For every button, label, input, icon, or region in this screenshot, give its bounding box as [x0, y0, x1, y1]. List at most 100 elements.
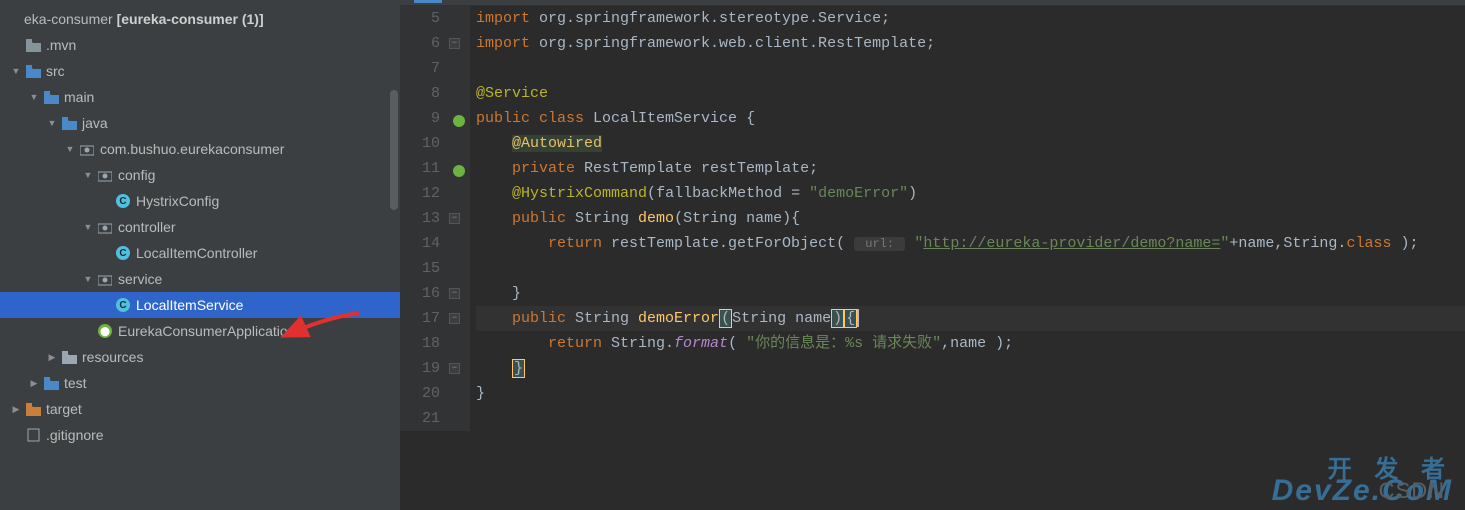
tree-item-com-bushuo-eurekaconsumer[interactable]: ▼ com.bushuo.eurekaconsumer: [0, 136, 400, 162]
tree-item-main[interactable]: ▼ main: [0, 84, 400, 110]
chevron-down-icon[interactable]: ▼: [26, 92, 42, 102]
folder-icon: [26, 403, 41, 416]
class-icon: C: [116, 298, 130, 312]
spring-icon: ⬤: [98, 324, 112, 338]
project-name-prefix: eka-consumer: [24, 11, 113, 27]
package-icon: [98, 221, 112, 234]
tree-item-label: com.bushuo.eurekaconsumer: [100, 141, 284, 157]
tree-item-config[interactable]: ▼ config: [0, 162, 400, 188]
tree-item-localitemcontroller[interactable]: C LocalItemController: [0, 240, 400, 266]
code-line[interactable]: private RestTemplate restTemplate;: [476, 156, 1465, 181]
class-icon: C: [116, 194, 130, 208]
code-content[interactable]: import org.springframework.stereotype.Se…: [470, 6, 1465, 431]
active-tab-indicator: [414, 0, 442, 3]
package-icon: [98, 169, 112, 182]
tree-item--mvn[interactable]: .mvn: [0, 32, 400, 58]
chevron-down-icon[interactable]: ▼: [44, 118, 60, 128]
code-line[interactable]: public class LocalItemService {: [476, 106, 1465, 131]
scrollbar-thumb[interactable]: [390, 90, 398, 210]
project-tree-sidebar: eka-consumer [eureka-consumer (1)] .mvn▼…: [0, 0, 400, 510]
line-number[interactable]: 7: [400, 56, 440, 81]
line-number[interactable]: 11: [400, 156, 440, 181]
line-number-gutter[interactable]: 56789101112131415161718192021: [400, 6, 450, 431]
line-number[interactable]: 21: [400, 406, 440, 431]
chevron-right-icon[interactable]: ▶: [26, 378, 42, 389]
tree-item-eurekaconsumerapplication[interactable]: ⬤EurekaConsumerApplication: [0, 318, 400, 344]
line-number[interactable]: 18: [400, 331, 440, 356]
class-icon: C: [116, 246, 130, 260]
tree-item-src[interactable]: ▼src: [0, 58, 400, 84]
code-line[interactable]: [476, 56, 1465, 81]
code-line[interactable]: import org.springframework.web.client.Re…: [476, 31, 1465, 56]
gutter-icons[interactable]: − − − − −: [450, 6, 470, 431]
project-tree[interactable]: eka-consumer [eureka-consumer (1)] .mvn▼…: [0, 0, 400, 510]
chevron-down-icon[interactable]: ▼: [80, 222, 96, 232]
code-editor[interactable]: 56789101112131415161718192021 − − − − − impo…: [400, 0, 1465, 510]
tree-item-java[interactable]: ▼java: [0, 110, 400, 136]
tree-scrollbar[interactable]: [388, 30, 400, 380]
fold-toggle[interactable]: −: [449, 213, 460, 224]
code-line[interactable]: }: [476, 381, 1465, 406]
tree-item-label: config: [118, 167, 155, 183]
spring-gutter-icon: [452, 114, 466, 128]
chevron-right-icon[interactable]: ▶: [44, 352, 60, 363]
line-number[interactable]: 6: [400, 31, 440, 56]
tree-item-test[interactable]: ▶ test: [0, 370, 400, 396]
chevron-down-icon[interactable]: ▼: [62, 144, 78, 154]
folder-icon: [44, 91, 59, 104]
tree-item-resources[interactable]: ▶ resources: [0, 344, 400, 370]
tree-item-label: main: [64, 89, 94, 105]
line-number[interactable]: 15: [400, 256, 440, 281]
watermark-csdn: CSDN: [1379, 478, 1445, 504]
folder-icon: [62, 117, 77, 130]
fold-toggle[interactable]: −: [449, 288, 460, 299]
code-line[interactable]: public String demo(String name){: [476, 206, 1465, 231]
chevron-down-icon[interactable]: ▼: [80, 170, 96, 180]
fold-toggle[interactable]: −: [449, 38, 460, 49]
code-line[interactable]: [476, 406, 1465, 431]
chevron-right-icon[interactable]: ▶: [8, 404, 24, 415]
line-number[interactable]: 5: [400, 6, 440, 31]
chevron-down-icon[interactable]: ▼: [8, 66, 24, 76]
line-number[interactable]: 12: [400, 181, 440, 206]
fold-toggle[interactable]: −: [449, 313, 460, 324]
spring-gutter-icon: [452, 164, 466, 178]
line-number[interactable]: 20: [400, 381, 440, 406]
line-number[interactable]: 13: [400, 206, 440, 231]
project-name-bold: [eureka-consumer (1)]: [117, 11, 264, 27]
line-number[interactable]: 10: [400, 131, 440, 156]
tree-item-hystrixconfig[interactable]: C HystrixConfig: [0, 188, 400, 214]
code-line[interactable]: @Autowired: [476, 131, 1465, 156]
code-line[interactable]: }: [476, 356, 1465, 381]
tree-item-target[interactable]: ▶target: [0, 396, 400, 422]
tree-item-label: LocalItemController: [136, 245, 257, 261]
tree-item--gitignore[interactable]: .gitignore: [0, 422, 400, 448]
line-number[interactable]: 14: [400, 231, 440, 256]
folder-icon: [62, 351, 77, 364]
tree-item-controller[interactable]: ▼controller: [0, 214, 400, 240]
line-number[interactable]: 19: [400, 356, 440, 381]
code-line[interactable]: return String.format( "你的信息是：%s 请求失败",na…: [476, 331, 1465, 356]
code-line[interactable]: }: [476, 281, 1465, 306]
tree-item-localitemservice[interactable]: CLocalItemService: [0, 292, 400, 318]
tree-item-label: resources: [82, 349, 143, 365]
tree-item-label: test: [64, 375, 87, 391]
code-line[interactable]: public String demoError(String name){: [476, 306, 1465, 331]
code-line[interactable]: @Service: [476, 81, 1465, 106]
package-icon: [80, 143, 94, 156]
code-line[interactable]: [476, 256, 1465, 281]
code-line[interactable]: return restTemplate.getForObject( url: "…: [476, 231, 1465, 256]
line-number[interactable]: 9: [400, 106, 440, 131]
line-number[interactable]: 17: [400, 306, 440, 331]
fold-toggle[interactable]: −: [449, 363, 460, 374]
line-number[interactable]: 8: [400, 81, 440, 106]
tree-item-label: HystrixConfig: [136, 193, 219, 209]
code-line[interactable]: @HystrixCommand(fallbackMethod = "demoEr…: [476, 181, 1465, 206]
project-root[interactable]: eka-consumer [eureka-consumer (1)]: [0, 6, 400, 32]
folder-icon: [44, 377, 59, 390]
tree-item-service[interactable]: ▼service: [0, 266, 400, 292]
package-icon: [98, 273, 112, 286]
code-line[interactable]: import org.springframework.stereotype.Se…: [476, 6, 1465, 31]
line-number[interactable]: 16: [400, 281, 440, 306]
chevron-down-icon[interactable]: ▼: [80, 274, 96, 284]
